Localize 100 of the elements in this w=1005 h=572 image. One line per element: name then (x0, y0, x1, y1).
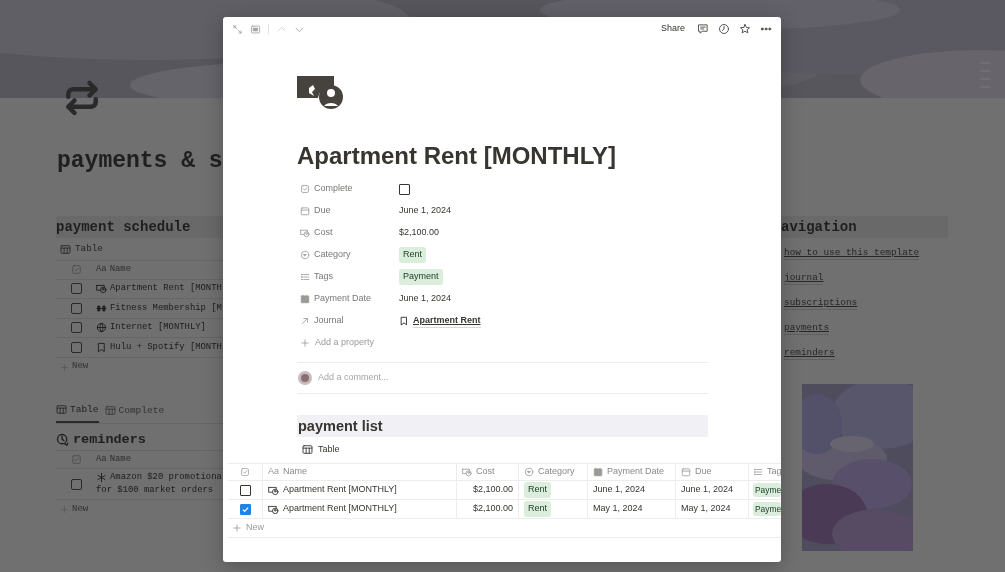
checkbox[interactable] (239, 503, 251, 515)
table-icon (302, 444, 313, 455)
tag: Payme (753, 501, 781, 517)
arrow-icon (300, 316, 310, 326)
calendar-icon (300, 294, 310, 304)
property-label: Tags (314, 270, 333, 284)
new-row-button[interactable]: New (56, 357, 223, 377)
column-header: Cost (476, 465, 495, 479)
bookmark-icon (399, 316, 409, 326)
globe-icon (96, 322, 107, 334)
column-header: Name (109, 453, 131, 466)
page-link[interactable]: reminders (784, 347, 835, 360)
page-link[interactable]: Apartment Rent (413, 313, 481, 329)
dumbbell-icon (96, 302, 107, 314)
property-value: June 1, 2024 (399, 292, 452, 306)
checkbox[interactable] (70, 478, 82, 490)
section-heading: avigation (781, 216, 948, 238)
list-icon (753, 467, 763, 477)
table-icon (56, 404, 67, 416)
bookmark-icon (96, 341, 107, 353)
tag: Payme (753, 482, 781, 498)
star-icon[interactable] (739, 23, 751, 35)
checkbox[interactable] (70, 283, 82, 295)
section-heading: payment schedule (56, 216, 223, 238)
view-tab[interactable]: Table (297, 441, 708, 458)
dropdown-circle-icon (300, 250, 310, 260)
property-label: Due (314, 204, 331, 218)
column-header: Tag (767, 465, 781, 479)
type-icon: Aa (268, 465, 279, 479)
checkbox[interactable] (239, 484, 251, 496)
checkbox-icon (300, 184, 310, 194)
property-label: Category (314, 248, 351, 262)
plus-icon (60, 505, 69, 515)
property-label: Complete (314, 182, 353, 196)
comment-icon[interactable] (697, 23, 709, 35)
column-header: Payment Date (607, 465, 665, 479)
table-cell: June 1, 2024 (593, 483, 646, 497)
row-title[interactable]: Internet [MONTHLY] (110, 321, 206, 335)
calendar-icon (300, 206, 310, 216)
checkbox-icon (70, 454, 82, 465)
table-cell: $2,100.00 (472, 483, 513, 497)
row-title[interactable]: Apartment Rent [MONTH (110, 282, 222, 296)
plus-icon (300, 338, 310, 348)
property-label: Journal (314, 314, 344, 328)
page-link[interactable]: how to use this template (784, 247, 920, 260)
money-icon (300, 228, 310, 238)
column-header: Category (538, 465, 575, 479)
table-icon (60, 243, 71, 255)
side-peek-icon[interactable] (250, 23, 261, 35)
checkbox-icon (70, 264, 82, 276)
calendar-icon (681, 467, 691, 477)
dropdown-circle-icon (524, 467, 534, 477)
avatar (298, 371, 312, 385)
share-button[interactable]: Share (657, 22, 688, 36)
row-title[interactable]: Apartment Rent [MONTHLY] (283, 502, 397, 516)
money-icon[interactable] (297, 76, 344, 110)
column-header: Name (283, 465, 308, 479)
asterisk-icon (96, 472, 107, 484)
row-title[interactable]: Apartment Rent [MONTHLY] (283, 483, 397, 497)
page-link[interactable]: subscriptions (784, 297, 858, 310)
money-icon (462, 467, 472, 477)
table-icon (104, 405, 116, 417)
property-label: Cost (314, 226, 333, 240)
page-link[interactable]: payments (784, 322, 829, 335)
table-cell: May 1, 2024 (681, 502, 731, 516)
property-value: June 1, 2024 (399, 204, 452, 218)
property-value: $2,100.00 (399, 226, 440, 240)
plus-icon (60, 362, 69, 372)
money-icon (268, 484, 279, 496)
checkbox[interactable] (70, 302, 82, 314)
column-header: Due (695, 465, 712, 479)
money-icon (96, 283, 107, 295)
checkbox[interactable] (70, 322, 82, 334)
view-tab[interactable]: Complete (104, 400, 165, 423)
checkbox-icon (240, 467, 250, 477)
page-title: payments & s (57, 147, 223, 176)
table-cell: May 1, 2024 (593, 502, 643, 516)
comment-field[interactable]: Add a comment... (318, 371, 518, 385)
history-icon[interactable] (718, 23, 730, 35)
row-title[interactable]: Hulu + Spotify [MONTH (110, 340, 222, 354)
new-row-button[interactable]: New (228, 519, 781, 538)
tag[interactable]: Rent (399, 247, 426, 263)
new-row-button[interactable]: New (56, 500, 223, 520)
view-tab[interactable]: Table (56, 400, 99, 423)
column-header: Name (109, 263, 131, 277)
page-link[interactable]: journal (784, 272, 824, 285)
tag: Rent (524, 482, 551, 498)
view-tab[interactable]: Table (56, 238, 223, 260)
row-title[interactable]: Fitness Membership [M (110, 301, 222, 315)
property-label: Payment Date (314, 292, 372, 306)
row-title[interactable]: Amazon $20 promotiona for $100 market orders (96, 471, 222, 498)
calendar-icon (593, 467, 603, 477)
tag[interactable]: Payment (399, 269, 443, 285)
expand-icon[interactable] (232, 23, 243, 35)
checkbox[interactable] (399, 183, 410, 195)
add-property-button[interactable]: Add a property (297, 332, 708, 354)
section-heading: reminders (73, 432, 146, 448)
table-cell: June 1, 2024 (681, 483, 734, 497)
section-heading: payment list (297, 415, 708, 437)
checkbox[interactable] (70, 341, 82, 353)
